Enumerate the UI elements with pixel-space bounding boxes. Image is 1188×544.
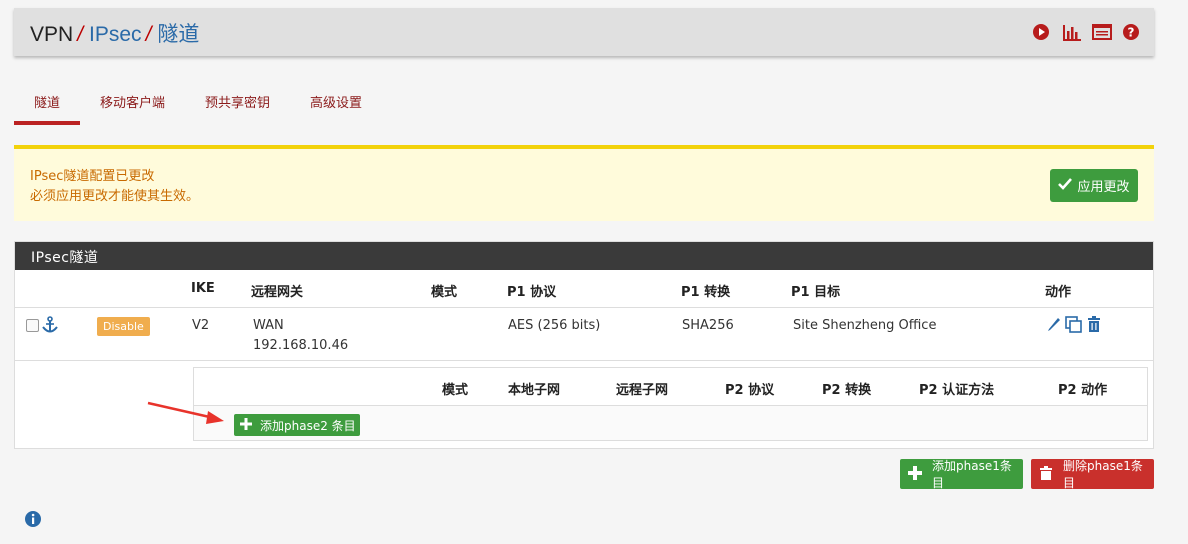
apply-changes-button[interactable]: 应用更改 bbox=[1050, 169, 1138, 202]
col-remote-subnet: 远程子网 bbox=[616, 383, 669, 398]
tab-mobile-clients[interactable]: 移动客户端 bbox=[80, 88, 185, 125]
alert-line-2: 必须应用更改才能使其生效。 bbox=[30, 189, 200, 204]
col-p1-target: P1 目标 bbox=[791, 285, 841, 300]
breadcrumb-vpn: VPN bbox=[30, 23, 74, 46]
edit-icon[interactable] bbox=[1046, 316, 1062, 336]
anchor-icon[interactable] bbox=[41, 316, 59, 338]
col-p1-protocol: P1 协议 bbox=[507, 285, 557, 300]
add-phase2-button[interactable]: 添加phase2 条目 bbox=[234, 414, 360, 436]
tab-advanced-settings[interactable]: 高级设置 bbox=[290, 88, 382, 125]
col-p2-actions: P2 动作 bbox=[1058, 383, 1108, 398]
alert-line-1: IPsec隧道配置已更改 bbox=[30, 169, 155, 184]
row-checkbox[interactable] bbox=[26, 319, 39, 332]
col-local-subnet: 本地子网 bbox=[508, 383, 561, 398]
tab-pre-shared-keys[interactable]: 预共享密钥 bbox=[185, 88, 290, 125]
breadcrumb-separator: / bbox=[77, 23, 84, 46]
plus-icon bbox=[908, 465, 922, 483]
alert-text: IPsec隧道配置已更改 必须应用更改才能使其生效。 bbox=[30, 167, 199, 207]
col-p2-protocol: P2 协议 bbox=[725, 383, 775, 398]
copy-icon[interactable] bbox=[1065, 316, 1083, 338]
status-badge[interactable]: Disable bbox=[97, 317, 150, 336]
info-icon[interactable] bbox=[24, 510, 42, 528]
gateway-ip: 192.168.10.46 bbox=[253, 338, 349, 353]
col-actions: 动作 bbox=[1045, 285, 1072, 300]
col-mode: 模式 bbox=[431, 285, 458, 300]
config-changed-alert: IPsec隧道配置已更改 必须应用更改才能使其生效。 应用更改 bbox=[14, 145, 1154, 221]
p1-target-value: Site Shenzheng Office bbox=[793, 318, 937, 333]
gateway-interface: WAN bbox=[253, 318, 284, 333]
phase1-table-header: IKE 远程网关 模式 P1 协议 P1 转换 P1 目标 动作 bbox=[15, 270, 1153, 308]
table-row[interactable]: Disable V2 WAN 192.168.10.46 AES (256 bi… bbox=[15, 309, 1153, 361]
col-ike: IKE bbox=[191, 281, 215, 296]
ipsec-tunnels-panel: IPsec隧道 IKE 远程网关 模式 P1 协议 P1 转换 P1 目标 动作… bbox=[14, 241, 1154, 449]
list-icon[interactable] bbox=[1092, 23, 1112, 41]
apply-changes-label: 应用更改 bbox=[1077, 180, 1130, 195]
col-p2-transform: P2 转换 bbox=[822, 383, 872, 398]
add-phase2-label: 添加phase2 条目 bbox=[260, 418, 356, 433]
play-circle-icon[interactable] bbox=[1032, 23, 1050, 41]
page: VPN / IPsec / 隧道 ? 隧道 移动客户端 预共享密钥 高级设置 IPsec… bbox=[0, 0, 1188, 544]
add-phase1-button[interactable]: 添加phase1条目 bbox=[900, 459, 1023, 490]
plus-icon bbox=[240, 417, 252, 433]
phase2-table-header: 模式 本地子网 远程子网 P2 协议 P2 转换 P2 认证方法 P2 动作 bbox=[194, 368, 1147, 406]
p1-protocol-value: AES (256 bits) bbox=[508, 318, 601, 333]
bar-chart-icon[interactable] bbox=[1062, 23, 1081, 41]
col-remote-gateway: 远程网关 bbox=[251, 285, 304, 300]
check-icon bbox=[1058, 177, 1073, 194]
delete-phase1-button[interactable]: 删除phase1条目 bbox=[1031, 459, 1154, 490]
p1-transform-value: SHA256 bbox=[682, 318, 734, 333]
breadcrumb-ipsec[interactable]: IPsec bbox=[89, 23, 142, 46]
phase2-subtable: 模式 本地子网 远程子网 P2 协议 P2 转换 P2 认证方法 P2 动作 添… bbox=[193, 367, 1148, 441]
breadcrumb-separator: / bbox=[145, 23, 152, 46]
col-p2-auth: P2 认证方法 bbox=[919, 383, 995, 398]
breadcrumb-tunnels[interactable]: 隧道 bbox=[157, 23, 199, 46]
delete-icon[interactable] bbox=[1086, 316, 1102, 336]
breadcrumb: VPN / IPsec / 隧道 bbox=[30, 18, 199, 48]
col-p1-transform: P1 转换 bbox=[681, 285, 731, 300]
header-icons: ? bbox=[1032, 23, 1140, 41]
delete-phase1-label: 删除phase1条目 bbox=[1063, 459, 1143, 490]
help-icon[interactable]: ? bbox=[1122, 23, 1140, 41]
trash-icon bbox=[1039, 465, 1053, 483]
breadcrumb-bar: VPN / IPsec / 隧道 ? bbox=[14, 8, 1154, 56]
panel-title: IPsec隧道 bbox=[15, 242, 1153, 270]
tab-bar: 隧道 移动客户端 预共享密钥 高级设置 bbox=[14, 88, 382, 125]
svg-text:?: ? bbox=[1128, 26, 1135, 40]
add-phase1-label: 添加phase1条目 bbox=[932, 459, 1012, 490]
col-p2-mode: 模式 bbox=[442, 383, 469, 398]
ike-version: V2 bbox=[192, 318, 210, 333]
tab-tunnels[interactable]: 隧道 bbox=[14, 88, 81, 125]
